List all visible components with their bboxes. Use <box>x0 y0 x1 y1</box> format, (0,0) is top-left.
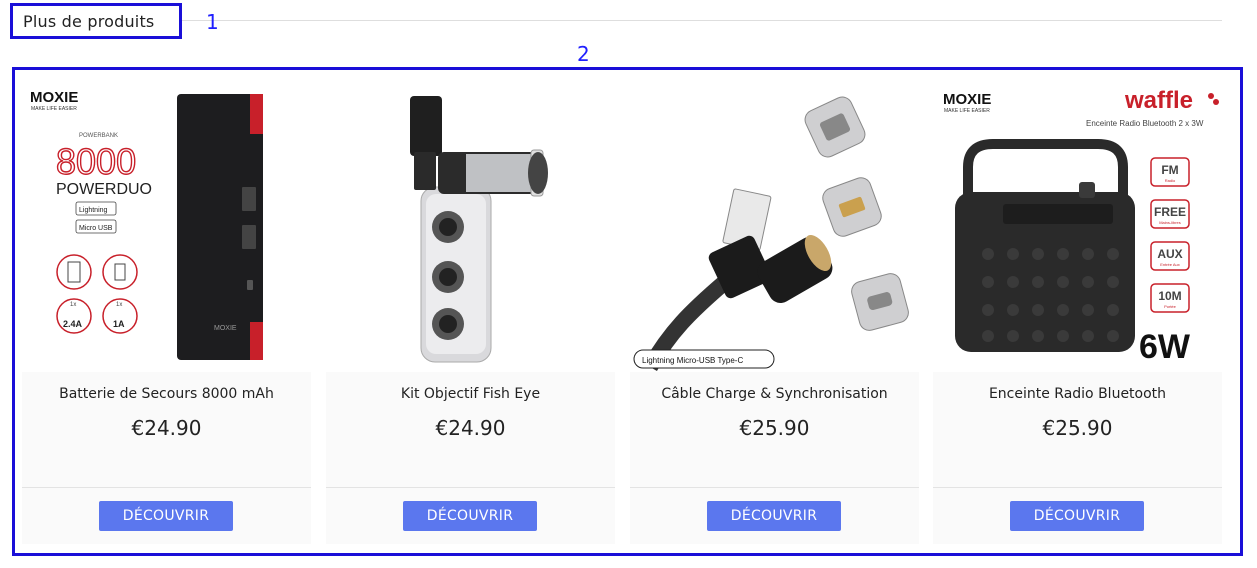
product-price: €25.90 <box>739 416 810 440</box>
product-image-cable[interactable]: Lightning Micro-USB Type-C <box>630 82 919 372</box>
brand-logo-text: MOXIE <box>30 89 78 106</box>
brand-tagline: MAKE LIFE EASIER <box>944 108 990 114</box>
card-divider <box>630 487 919 488</box>
feature-fm-sub: Radio <box>1165 178 1176 183</box>
card-divider <box>22 487 311 488</box>
discover-button[interactable]: DÉCOUVRIR <box>99 501 233 531</box>
output-count-2: 1x <box>116 302 122 308</box>
connectors-label: Lightning Micro-USB Type-C <box>642 356 743 365</box>
card-divider <box>326 487 615 488</box>
product-image-powerbank[interactable]: MOXIE MAKE LIFE EASIER POWERBANK 8000 PO… <box>22 82 311 372</box>
feature-free: FREE <box>1154 205 1186 219</box>
input-label-2: Micro USB <box>79 225 113 232</box>
product-name[interactable]: Kit Objectif Fish Eye <box>326 386 615 402</box>
product-card[interactable]: Kit Objectif Fish Eye €24.90 DÉCOUVRIR <box>326 82 615 544</box>
feature-range: 10M <box>1158 289 1181 303</box>
product-image-speaker[interactable]: MOXIE MAKE LIFE EASIER waffle Enceinte R… <box>933 82 1222 372</box>
capacity-text: 8000 <box>56 141 136 182</box>
output-count-1: 1x <box>70 302 76 308</box>
feature-fm: FM <box>1161 163 1178 177</box>
input-label-1: Lightning <box>79 207 108 214</box>
annotation-label-2: 2 <box>577 42 590 66</box>
feature-free-sub: Mains-libres <box>1159 220 1181 225</box>
section-title-box: Plus de produits <box>10 3 182 39</box>
sub-brand-logo: waffle <box>1124 87 1193 114</box>
header-divider <box>182 20 1222 21</box>
feature-aux: AUX <box>1157 247 1182 261</box>
power-rating: 6W <box>1139 328 1191 366</box>
section-header: Plus de produits <box>10 3 1222 43</box>
output-label-1: 2.4A <box>63 319 83 329</box>
brand-logo-text: MOXIE <box>943 91 991 108</box>
product-image-fisheye-kit[interactable] <box>326 82 615 372</box>
output-label-2: 1A <box>113 319 125 329</box>
product-name[interactable]: Batterie de Secours 8000 mAh <box>22 386 311 402</box>
product-price: €25.90 <box>1042 416 1113 440</box>
annotation-label-1: 1 <box>206 10 219 34</box>
card-divider <box>933 487 1222 488</box>
product-name[interactable]: Câble Charge & Synchronisation <box>630 386 919 402</box>
product-card[interactable]: MOXIE MAKE LIFE EASIER waffle Enceinte R… <box>933 82 1222 544</box>
product-name[interactable]: Enceinte Radio Bluetooth <box>933 386 1222 402</box>
speaker-subtitle: Enceinte Radio Bluetooth 2 x 3W <box>1086 119 1204 128</box>
product-price: €24.90 <box>131 416 202 440</box>
device-brand-text: MOXIE <box>214 325 237 332</box>
product-grid: MOXIE MAKE LIFE EASIER POWERBANK 8000 PO… <box>22 82 1224 544</box>
discover-button[interactable]: DÉCOUVRIR <box>403 501 537 531</box>
discover-button[interactable]: DÉCOUVRIR <box>707 501 841 531</box>
powerbank-label: POWERBANK <box>79 133 118 139</box>
feature-range-sub: Portée <box>1164 304 1177 309</box>
feature-aux-sub: Entrée Aux <box>1160 262 1180 267</box>
brand-tagline: MAKE LIFE EASIER <box>31 106 77 112</box>
product-price: €24.90 <box>435 416 506 440</box>
product-card[interactable]: MOXIE MAKE LIFE EASIER POWERBANK 8000 PO… <box>22 82 311 544</box>
series-text: POWERDUO <box>56 181 152 198</box>
discover-button[interactable]: DÉCOUVRIR <box>1010 501 1144 531</box>
product-card[interactable]: Lightning Micro-USB Type-C Câble Charge … <box>630 82 919 544</box>
section-title: Plus de produits <box>23 12 155 31</box>
